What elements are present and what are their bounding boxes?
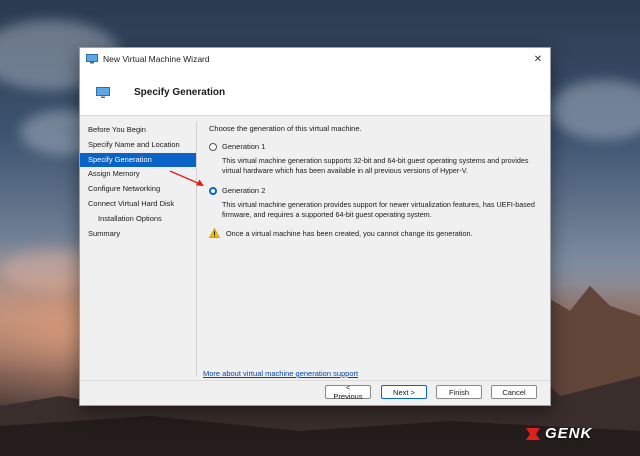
generation-1-description: This virtual machine generation supports… bbox=[222, 156, 529, 175]
warning-message: Once a virtual machine has been created,… bbox=[209, 228, 542, 238]
wizard-header: Specify Generation bbox=[80, 70, 550, 116]
genk-logo-icon bbox=[526, 427, 540, 440]
annotation-arrow-icon bbox=[169, 170, 204, 186]
wizard-steps: Before You Begin Specify Name and Locati… bbox=[80, 116, 196, 382]
more-about-generation-link[interactable]: More about virtual machine generation su… bbox=[203, 369, 358, 378]
previous-button[interactable]: < Previous bbox=[325, 383, 371, 401]
step-installation-options[interactable]: Installation Options bbox=[80, 212, 196, 227]
page-title: Specify Generation bbox=[134, 87, 226, 98]
cloud bbox=[550, 80, 640, 140]
generation-2-label[interactable]: Generation 2 bbox=[222, 186, 265, 195]
finish-button[interactable]: Finish bbox=[436, 385, 482, 399]
step-connect-virtual-hard-disk[interactable]: Connect Virtual Hard Disk bbox=[80, 197, 196, 212]
intro-text: Choose the generation of this virtual ma… bbox=[209, 124, 362, 133]
monitor-icon bbox=[86, 54, 98, 64]
step-before-you-begin[interactable]: Before You Begin bbox=[80, 123, 196, 138]
nav-divider bbox=[196, 122, 197, 376]
wizard-body: Before You Begin Specify Name and Locati… bbox=[80, 116, 550, 382]
generation-1-radio[interactable] bbox=[209, 142, 217, 151]
generation-1-label[interactable]: Generation 1 bbox=[222, 142, 265, 151]
warning-text: Once a virtual machine has been created,… bbox=[226, 228, 473, 238]
generation-2-description: This virtual machine generation provides… bbox=[222, 200, 535, 219]
warning-icon bbox=[209, 228, 220, 238]
title-bar: New Virtual Machine Wizard ✕ bbox=[80, 48, 550, 70]
next-button[interactable]: Next > bbox=[381, 385, 427, 399]
step-summary[interactable]: Summary bbox=[80, 227, 196, 242]
close-icon: ✕ bbox=[533, 53, 543, 65]
generation-1-option[interactable]: Generation 1 bbox=[209, 140, 542, 153]
genk-logo: GENK bbox=[524, 425, 592, 442]
wizard-footer: < Previous Next > Finish Cancel bbox=[80, 380, 550, 405]
content-pane: Choose the generation of this virtual ma… bbox=[201, 116, 550, 382]
generation-2-radio[interactable] bbox=[209, 186, 217, 195]
cancel-button[interactable]: Cancel bbox=[491, 385, 537, 399]
genk-logo-text: GENK bbox=[545, 425, 593, 442]
step-specify-generation[interactable]: Specify Generation bbox=[80, 152, 196, 168]
wizard-window: New Virtual Machine Wizard ✕ Specify Gen… bbox=[79, 47, 551, 406]
monitor-icon bbox=[96, 86, 110, 98]
close-button[interactable]: ✕ bbox=[526, 48, 550, 70]
step-specify-name-location[interactable]: Specify Name and Location bbox=[80, 138, 196, 153]
window-title: New Virtual Machine Wizard bbox=[103, 54, 210, 64]
generation-2-option[interactable]: Generation 2 bbox=[209, 184, 542, 197]
